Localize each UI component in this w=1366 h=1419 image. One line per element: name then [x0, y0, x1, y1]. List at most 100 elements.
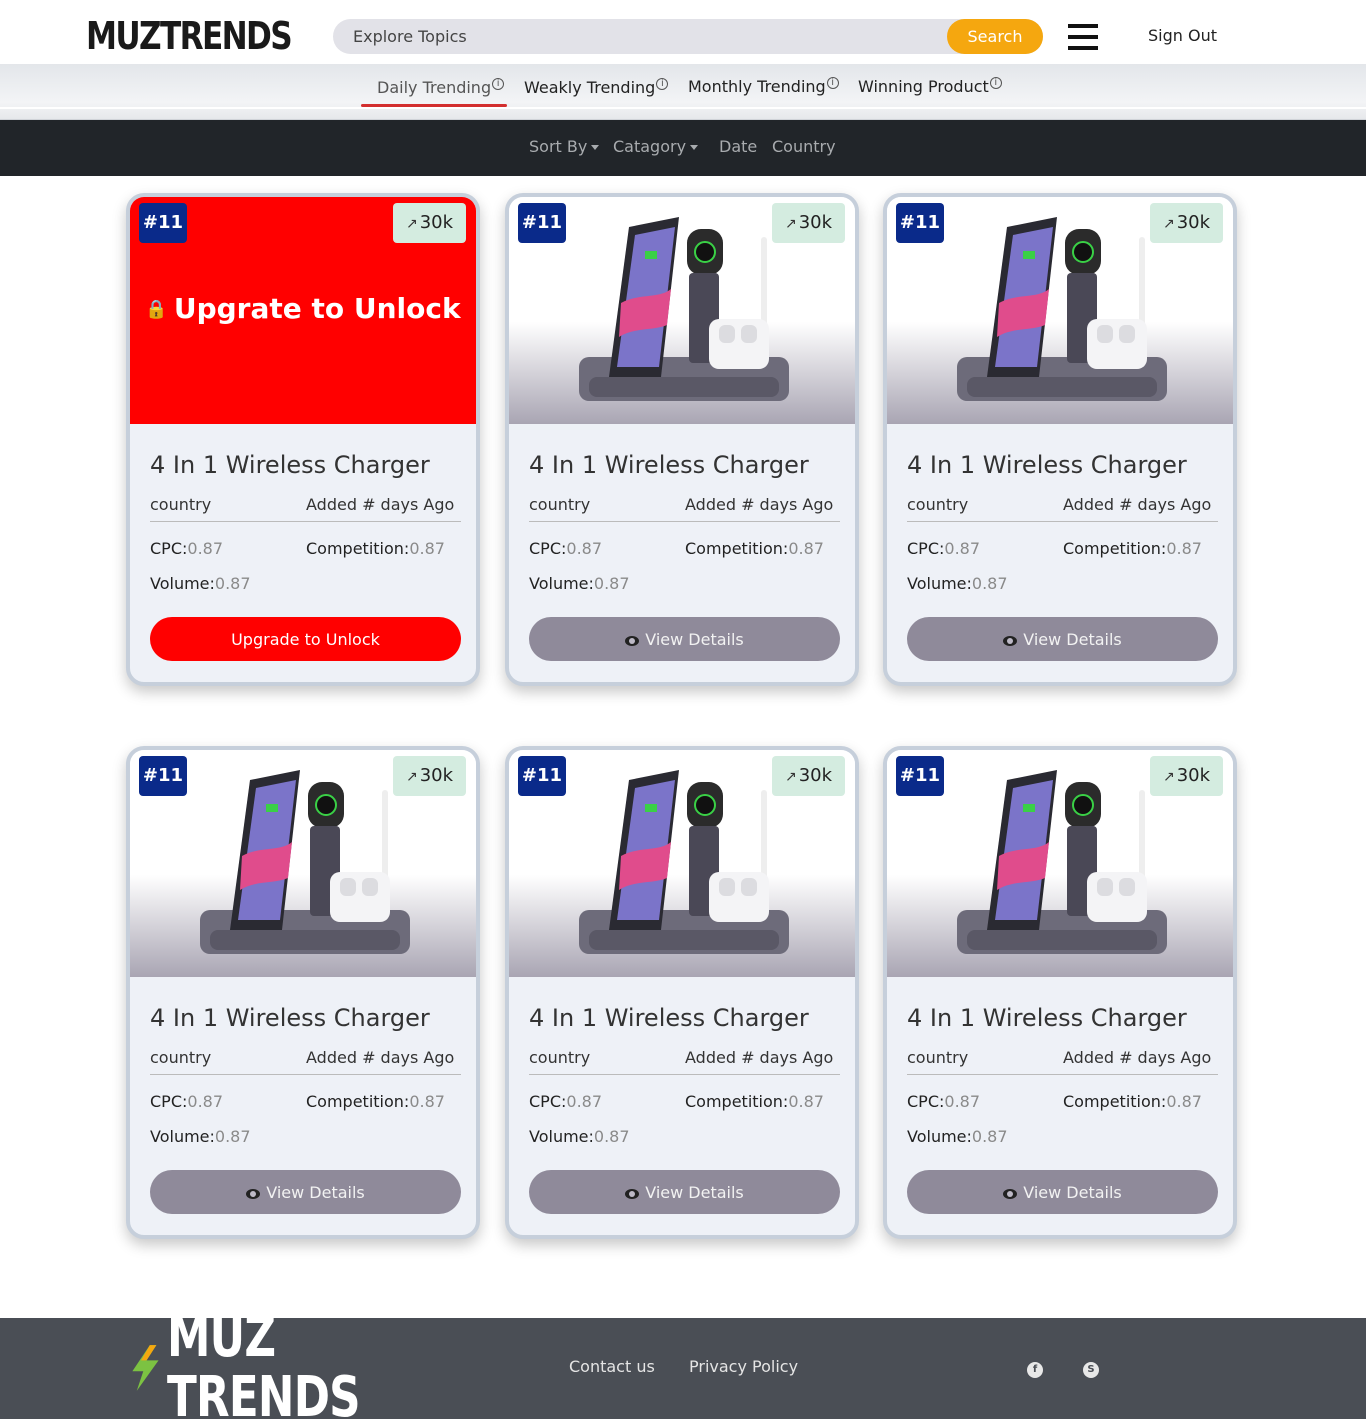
cpc-label: CPC:: [150, 539, 188, 558]
volume-label: Volume:: [907, 574, 972, 593]
view-details-button[interactable]: View Details: [907, 617, 1218, 661]
trend-badge: ↗ 30k: [1150, 203, 1223, 243]
skype-icon[interactable]: S: [1083, 1362, 1099, 1378]
trending-up-icon: ↗: [405, 216, 418, 232]
tab-label: Monthly Trending: [688, 77, 826, 96]
rank-badge: #11: [518, 756, 566, 796]
cpc-value: 0.87: [187, 1092, 224, 1111]
search-input[interactable]: [333, 19, 933, 54]
product-card[interactable]: #11 ↗ 30k 4 In 1 Wireless Charger country…: [126, 746, 480, 1239]
tab-monthly-trending[interactable]: Monthly Trending i: [688, 77, 839, 96]
eye-icon: [246, 1188, 261, 1199]
trending-up-icon: ↗: [784, 216, 797, 232]
footer-logo[interactable]: MUZ TRENDS: [128, 1308, 488, 1419]
contact-us-link[interactable]: Contact us: [569, 1357, 655, 1376]
trend-badge: ↗ 30k: [393, 203, 466, 243]
volume-value: 0.87: [971, 574, 1008, 593]
product-card[interactable]: #11 ↗ 30k 4 In 1 Wireless Charger country…: [505, 746, 859, 1239]
trend-badge: ↗ 30k: [1150, 756, 1223, 796]
tab-label: Weakly Trending: [524, 78, 656, 97]
divider: [150, 521, 461, 522]
product-country: country: [907, 495, 969, 514]
product-added: Added # days Ago: [1063, 495, 1212, 514]
logo[interactable]: MUZTRENDS: [84, 14, 324, 58]
cpc-stat: CPC:0.87: [150, 1092, 223, 1111]
trend-value: 30k: [1176, 765, 1211, 786]
competition-label: Competition:: [685, 1092, 789, 1111]
wireless-charger-image: [579, 770, 789, 954]
product-image: #11 ↗ 30k: [130, 750, 476, 977]
cpc-stat: CPC:0.87: [907, 539, 980, 558]
view-details-button[interactable]: View Details: [529, 1170, 840, 1214]
product-card[interactable]: #11 ↗ 30k 4 In 1 Wireless Charger country…: [883, 746, 1237, 1239]
upgrade-overlay-title[interactable]: 🔒 Upgrate to Unlock: [130, 292, 476, 325]
product-country: country: [150, 495, 212, 514]
country-filter[interactable]: Country: [772, 137, 836, 156]
trend-value: 30k: [1176, 212, 1211, 233]
facebook-icon[interactable]: f: [1027, 1362, 1043, 1378]
eye-icon: [625, 1188, 640, 1199]
privacy-policy-link[interactable]: Privacy Policy: [689, 1357, 798, 1376]
volume-label: Volume:: [529, 1127, 594, 1146]
competition-label: Competition:: [1063, 539, 1167, 558]
view-details-button[interactable]: View Details: [907, 1170, 1218, 1214]
sign-out-link[interactable]: Sign Out: [1148, 26, 1217, 45]
date-filter[interactable]: Date: [719, 137, 757, 156]
competition-value: 0.87: [409, 1092, 445, 1111]
category-dropdown[interactable]: Catagory: [613, 137, 699, 156]
product-card[interactable]: #11 ↗ 30k 4 In 1 Wireless Charger country…: [883, 193, 1237, 686]
trending-tabs-bar: [0, 64, 1366, 120]
competition-stat: Competition:0.87: [306, 1092, 445, 1111]
rank-badge: #11: [139, 203, 187, 243]
competition-stat: Competition:0.87: [1063, 1092, 1202, 1111]
volume-value: 0.87: [214, 574, 251, 593]
button-label: View Details: [266, 1182, 365, 1202]
tab-weakly-trending[interactable]: Weakly Trending i: [524, 78, 669, 97]
tab-winning-product[interactable]: Winning Product i: [858, 77, 1002, 96]
tab-daily-trending[interactable]: Daily Trending i: [377, 78, 505, 97]
rank-badge: #11: [518, 203, 566, 243]
view-details-button[interactable]: View Details: [529, 617, 840, 661]
competition-value: 0.87: [1166, 1092, 1202, 1111]
product-card[interactable]: #11 ↗ 30k 4 In 1 Wireless Charger country…: [505, 193, 859, 686]
view-details-button[interactable]: View Details: [150, 1170, 461, 1214]
divider: [150, 1074, 461, 1075]
product-country: country: [907, 1048, 969, 1067]
competition-label: Competition:: [306, 1092, 410, 1111]
info-icon: i: [492, 78, 505, 90]
product-added: Added # days Ago: [306, 1048, 455, 1067]
product-country: country: [150, 1048, 212, 1067]
trending-up-icon: ↗: [1162, 216, 1175, 232]
upgrade-to-unlock-button[interactable]: Upgrade to Unlock: [150, 617, 461, 661]
volume-value: 0.87: [214, 1127, 251, 1146]
product-title: 4 In 1 Wireless Charger: [907, 451, 1187, 479]
button-label: View Details: [1023, 629, 1122, 649]
trending-up-icon: ↗: [405, 769, 418, 785]
sort-by-dropdown[interactable]: Sort By: [529, 137, 600, 156]
cpc-value: 0.87: [944, 1092, 981, 1111]
cpc-stat: CPC:0.87: [150, 539, 223, 558]
product-added: Added # days Ago: [1063, 1048, 1212, 1067]
cpc-value: 0.87: [566, 539, 603, 558]
cpc-label: CPC:: [907, 539, 945, 558]
product-card[interactable]: 🔒 Upgrate to Unlock #11 ↗ 30k 4 In 1 Wirel…: [126, 193, 480, 686]
bolt-logo-icon: [132, 1345, 159, 1391]
competition-value: 0.87: [409, 539, 445, 558]
button-label: View Details: [645, 629, 744, 649]
competition-value: 0.87: [788, 539, 824, 558]
rank-badge: #11: [896, 203, 944, 243]
competition-stat: Competition:0.87: [1063, 539, 1202, 558]
divider: [907, 1074, 1218, 1075]
cpc-value: 0.87: [187, 539, 224, 558]
product-title: 4 In 1 Wireless Charger: [529, 1004, 809, 1032]
active-tab-indicator: [361, 104, 507, 107]
search-button[interactable]: Search: [947, 19, 1043, 54]
top-header: MUZTRENDS Search Sign Out: [0, 0, 1366, 64]
eye-icon: [1003, 635, 1018, 646]
volume-value: 0.87: [971, 1127, 1008, 1146]
volume-stat: Volume:0.87: [529, 1127, 630, 1146]
product-image: #11 ↗ 30k: [509, 750, 855, 977]
cpc-label: CPC:: [150, 1092, 188, 1111]
product-title: 4 In 1 Wireless Charger: [529, 451, 809, 479]
menu-icon[interactable]: [1068, 24, 1098, 50]
